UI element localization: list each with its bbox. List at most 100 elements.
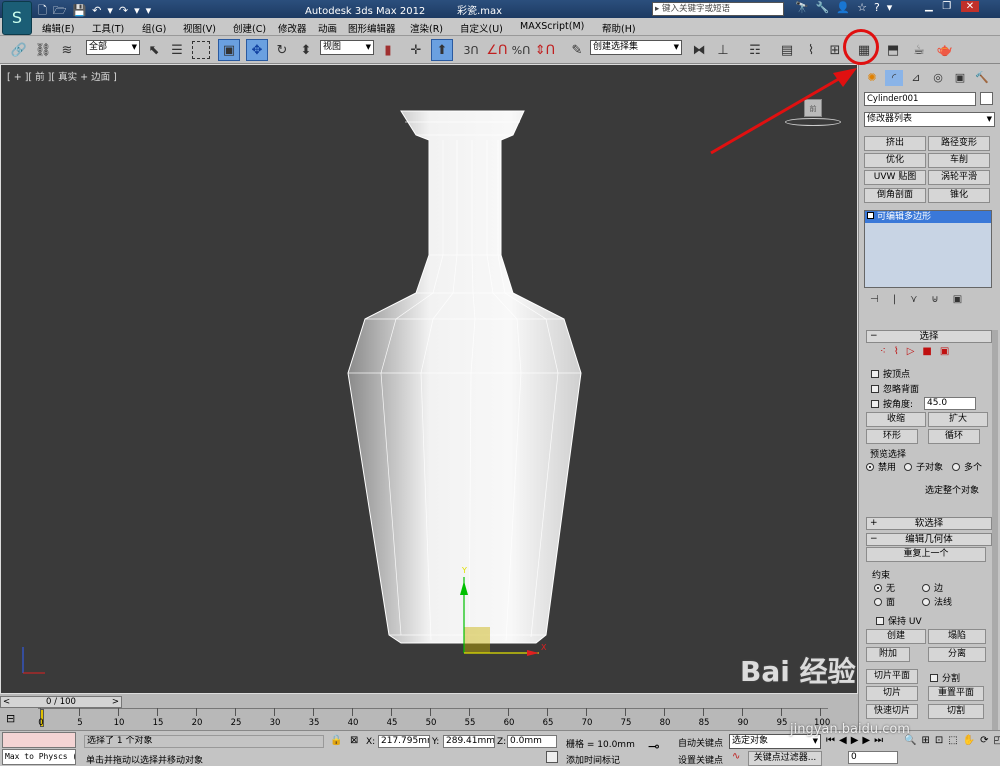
ring-button[interactable]: 环形 <box>866 429 918 444</box>
preview-multi-radio[interactable]: 多个 <box>952 460 982 473</box>
rendered-frame-icon[interactable]: ☕ <box>908 39 930 61</box>
selection-filter-dropdown[interactable]: 全部 <box>86 40 140 55</box>
angle-value-field[interactable]: 45.0 <box>924 397 976 410</box>
select-rotate-icon[interactable]: ↻ <box>271 39 293 61</box>
mod-taper-button[interactable]: 锥化 <box>928 188 990 203</box>
preview-off-radio[interactable]: 禁用 <box>866 460 896 473</box>
constraint-normal-radio[interactable]: 法线 <box>922 595 952 608</box>
maxscript-listener-input[interactable]: Max to Physcs ( <box>2 749 76 765</box>
by-angle-checkbox[interactable]: 按角度: <box>871 397 913 410</box>
add-time-tag-icon[interactable] <box>546 751 558 763</box>
constraint-edge-radio[interactable]: 边 <box>922 581 943 594</box>
pivot-center-icon[interactable]: ▮ <box>377 39 399 61</box>
bind-spacewarp-icon[interactable]: ≋ <box>56 39 78 61</box>
collapse-button[interactable]: 塌陷 <box>928 629 986 644</box>
front-viewport[interactable]: [ + ][ 前 ][ 真实 + 边面 ] 前 Y X <box>0 64 858 694</box>
loop-button[interactable]: 循环 <box>928 429 980 444</box>
menu-group[interactable]: 组(G) <box>142 21 166 35</box>
modify-tab-icon[interactable]: ◜ <box>885 70 903 86</box>
modifier-stack[interactable]: 可编辑多边形 <box>864 210 992 288</box>
absolute-mode-icon[interactable]: ⊠ <box>350 735 358 746</box>
mirror-icon[interactable]: ⧓ <box>688 39 710 61</box>
named-selection-dropdown[interactable]: 创建选择集 <box>590 40 682 55</box>
menu-graph-editors[interactable]: 图形编辑器 <box>348 21 396 35</box>
edit-named-sel-icon[interactable]: ✎ <box>566 39 588 61</box>
app-logo-icon[interactable]: S <box>2 1 32 35</box>
menu-animation[interactable]: 动画 <box>318 21 337 35</box>
subobject-level-icons[interactable]: ⁖⌇▷■▣ <box>880 346 957 357</box>
split-checkbox[interactable]: 分割 <box>930 671 960 684</box>
cut-button[interactable]: 切割 <box>928 704 984 719</box>
create-button[interactable]: 创建 <box>866 629 926 644</box>
y-coord-field[interactable]: 289.41mm <box>443 735 495 748</box>
object-name-field[interactable]: Cylinder001 <box>864 92 976 106</box>
snap-toggle-icon[interactable]: 3ᑎ <box>460 39 482 61</box>
lock-selection-icon[interactable]: 🔒 <box>330 735 342 746</box>
mod-uvw-map-button[interactable]: UVW 贴图 <box>864 170 926 185</box>
rollout-edit-geometry[interactable]: − 编辑几何体 <box>866 533 992 546</box>
mod-extrude-button[interactable]: 挤出 <box>864 136 926 151</box>
angle-snap-icon[interactable]: ∠ᑎ <box>486 39 508 61</box>
search-input[interactable]: ▸ 键入关键字或短语 <box>652 2 784 16</box>
select-move-icon[interactable]: ✥ <box>246 39 268 61</box>
link-icon[interactable]: 🔗 <box>8 39 30 61</box>
menu-maxscript[interactable]: MAXScript(M) <box>520 21 584 32</box>
menu-customize[interactable]: 自定义(U) <box>460 21 503 35</box>
by-vertex-checkbox[interactable]: 按顶点 <box>871 367 910 380</box>
create-tab-icon[interactable]: ✺ <box>863 70 881 86</box>
maxscript-listener-top[interactable] <box>2 732 76 748</box>
mini-curve-icon[interactable]: ⊟ <box>6 712 15 725</box>
key-filters-button[interactable]: 关键点过滤器... <box>748 751 822 766</box>
constraint-none-radio[interactable]: 无 <box>874 581 895 594</box>
current-frame-field[interactable]: 0 <box>848 751 898 764</box>
object-color-swatch[interactable] <box>980 92 993 105</box>
window-crossing-icon[interactable]: ▣ <box>218 39 240 61</box>
ref-coord-dropdown[interactable]: 视图 <box>320 40 374 55</box>
quickslice-button[interactable]: 快速切片 <box>866 704 918 719</box>
add-time-tag-label[interactable]: 添加时间标记 <box>566 753 620 766</box>
hierarchy-tab-icon[interactable]: ⊿ <box>907 70 925 86</box>
ignore-backfacing-checkbox[interactable]: 忽略背面 <box>871 382 919 395</box>
display-tab-icon[interactable]: ▣ <box>951 70 969 86</box>
select-scale-icon[interactable]: ⬍ <box>295 39 317 61</box>
repeat-last-button[interactable]: 重复上一个 <box>866 547 986 562</box>
menu-views[interactable]: 视图(V) <box>183 21 216 35</box>
keyboard-shortcut-icon[interactable]: ⬆ <box>431 39 453 61</box>
render-setup-icon[interactable]: ⬒ <box>882 39 904 61</box>
mod-bevel-profile-button[interactable]: 倒角剖面 <box>864 188 926 203</box>
layer-manager-icon[interactable]: ☶ <box>744 39 766 61</box>
rect-selection-icon[interactable] <box>192 41 210 59</box>
graphite-ribbon-icon[interactable]: ▤ <box>776 39 798 61</box>
menu-help[interactable]: 帮助(H) <box>602 21 636 35</box>
move-gizmo-plane[interactable] <box>464 627 490 653</box>
render-production-icon[interactable]: 🫖 <box>934 39 956 61</box>
set-key-icon[interactable]: ∿ <box>732 751 740 762</box>
mod-optimize-button[interactable]: 优化 <box>864 153 926 168</box>
slice-button[interactable]: 切片 <box>866 686 918 701</box>
key-icon[interactable]: ⊸ <box>648 739 660 755</box>
shrink-button[interactable]: 收缩 <box>866 412 926 427</box>
set-key-label[interactable]: 设置关键点 <box>678 753 723 766</box>
spinner-snap-icon[interactable]: ⇕ᑎ <box>534 39 556 61</box>
preview-subobject-radio[interactable]: 子对象 <box>904 460 943 473</box>
time-slider[interactable]: <0 / 100 > <box>0 696 122 708</box>
rollout-selection[interactable]: − 选择 <box>866 330 992 343</box>
auto-key-label[interactable]: 自动关键点 <box>678 736 723 749</box>
z-coord-field[interactable]: 0.0mm <box>507 735 557 748</box>
grow-button[interactable]: 扩大 <box>928 412 988 427</box>
manipulate-icon[interactable]: ✛ <box>405 39 427 61</box>
viewport-nav-icons[interactable]: 🔍⊞⊡⬚✋⟳◰ <box>904 735 1000 746</box>
menu-rendering[interactable]: 渲染(R) <box>410 21 443 35</box>
vase-model[interactable]: Y X <box>1 65 857 693</box>
select-object-icon[interactable]: ⬉ <box>143 39 165 61</box>
constraint-face-radio[interactable]: 面 <box>874 595 895 608</box>
utilities-tab-icon[interactable]: 🔨 <box>973 70 991 86</box>
stack-tools-icons[interactable]: ⊣|⋎⊎▣ <box>870 294 976 305</box>
align-icon[interactable]: ⊥ <box>712 39 734 61</box>
select-by-name-icon[interactable]: ☰ <box>166 39 188 61</box>
modifier-list-dropdown[interactable]: 修改器列表 ▼ <box>864 112 995 127</box>
detach-button[interactable]: 分离 <box>928 647 986 662</box>
mod-lathe-button[interactable]: 车削 <box>928 153 990 168</box>
percent-snap-icon[interactable]: % ᑎ <box>510 39 532 61</box>
unlink-icon[interactable]: ⛓ <box>32 39 54 61</box>
